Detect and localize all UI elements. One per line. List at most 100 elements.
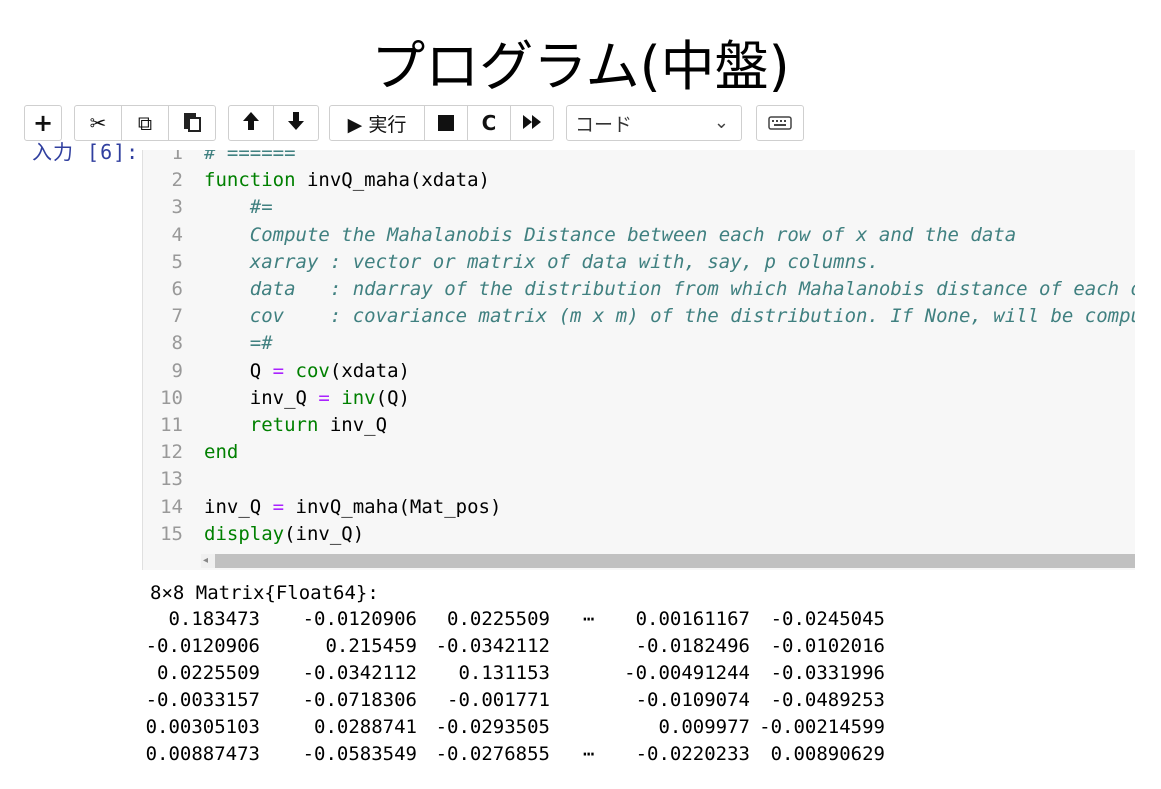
run-button[interactable]: ▶ 実行 <box>329 105 425 141</box>
matrix-cell: -0.0220233 <box>635 743 750 765</box>
stop-button[interactable] <box>424 105 468 141</box>
code-token: invQ_maha(xdata) <box>295 169 490 192</box>
code-keyword: return <box>249 414 319 436</box>
matrix-cell: 0.00161167 <box>635 608 750 630</box>
page-title: プログラム(中盤) <box>371 35 790 98</box>
scroll-left-icon[interactable]: ◂ <box>203 554 208 568</box>
code-comment: xarray : vector or matrix of data with, … <box>204 250 879 273</box>
code-line[interactable]: 4 Compute the Mahalanobis Distance betwe… <box>143 222 1133 249</box>
code-line[interactable]: 6 data : ndarray of the distribution fro… <box>143 276 1135 303</box>
code-line[interactable]: 5 xarray : vector or matrix of data with… <box>143 249 1133 276</box>
code-token: inv_Q <box>204 386 319 409</box>
arrow-up-icon <box>242 111 260 136</box>
fast-forward-icon <box>522 111 542 135</box>
matrix-cell: -0.00491244 <box>624 662 750 684</box>
matrix-cell: -0.0342112 <box>302 662 417 684</box>
code-comment: #= <box>204 196 273 219</box>
code-text: # ====== <box>204 150 296 167</box>
code-line[interactable]: 12 end <box>143 439 1133 466</box>
keyboard-icon <box>768 111 792 135</box>
code-line[interactable]: 7 cov : covariance matrix (m x m) of the… <box>143 303 1135 330</box>
scissors-icon: ✂ <box>89 111 107 135</box>
code-text: Q = cov(xdata) <box>204 358 410 385</box>
move-up-button[interactable] <box>228 105 274 141</box>
matrix-cell: -0.0120906 <box>302 608 417 630</box>
matrix-cell: 0.0225509 <box>447 608 550 630</box>
line-number: 15 <box>160 522 183 545</box>
code-line[interactable]: 3 #= <box>143 194 1133 221</box>
matrix-cell: -0.0109074 <box>635 689 750 711</box>
code-text: cov : covariance matrix (m x m) of the d… <box>204 303 1135 330</box>
line-number: 8 <box>171 332 183 355</box>
code-line[interactable]: 10 inv_Q = inv(Q) <box>143 385 1133 412</box>
matrix-cell: -0.0276855 <box>435 743 550 765</box>
matrix-cell: -0.0293505 <box>435 716 550 738</box>
paste-button[interactable] <box>168 105 216 141</box>
stop-icon <box>438 115 454 131</box>
code-token: Q <box>204 359 273 382</box>
code-text: data : ndarray of the distribution from … <box>204 276 1135 303</box>
restart-run-all-button[interactable] <box>510 105 554 141</box>
ellipsis-cell: ⋯ <box>583 743 595 765</box>
matrix-cell: 0.00890629 <box>770 743 885 765</box>
chevron-down-icon: ⌄ <box>713 112 729 133</box>
matrix-cell: -0.0331996 <box>770 662 885 684</box>
code-text: function invQ_maha(xdata) <box>204 167 490 194</box>
code-line[interactable]: 15 display(inv_Q) <box>143 521 1133 548</box>
code-token: (inv_Q) <box>284 522 365 545</box>
code-text: display(inv_Q) <box>204 521 364 548</box>
code-text: return inv_Q <box>204 412 387 439</box>
matrix-cell: 0.00887473 <box>145 743 260 765</box>
horizontal-scrollbar[interactable]: ◂ <box>201 554 1135 568</box>
line-number: 12 <box>160 441 183 464</box>
line-number: 11 <box>160 414 183 436</box>
move-down-button[interactable] <box>273 105 319 141</box>
matrix-cell: -0.0489253 <box>770 689 885 711</box>
copy-icon: ⧉ <box>137 111 153 135</box>
matrix-cell: -0.0342112 <box>435 635 550 657</box>
notebook-toolbar: + ✂ ⧉ ▶ 実行 C コード ⌄ <box>0 103 1161 143</box>
code-text: inv_Q = inv(Q) <box>204 385 410 412</box>
code-line[interactable]: 11 return inv_Q <box>143 412 1133 439</box>
code-comment: =# <box>204 332 273 355</box>
scrollbar-thumb[interactable] <box>215 554 1135 568</box>
matrix-cell: 0.0225509 <box>157 662 260 684</box>
code-cell-editor[interactable]: 15 display(inv_Q) 14 inv_Q = invQ_maha(Mat_… <box>142 150 1135 570</box>
code-line[interactable]: 8 =# <box>143 330 1133 357</box>
code-keyword: display <box>204 522 285 545</box>
code-line[interactable]: 13 <box>143 466 1133 493</box>
code-operator: = <box>318 386 330 409</box>
matrix-row: -0.0120906 0.215459 -0.0342112 -0.0182496 -0… <box>146 633 910 660</box>
code-line[interactable]: 9 Q = cov(xdata) <box>143 358 1133 385</box>
line-number: 3 <box>171 196 183 219</box>
code-text: xarray : vector or matrix of data with, … <box>204 249 879 276</box>
code-line[interactable]: 2 function invQ_maha(xdata) <box>143 167 1133 194</box>
matrix-row: 0.00887473 -0.0583549 -0.0276855 ⋯ -0.022023… <box>146 741 910 768</box>
code-keyword: inv <box>341 386 376 409</box>
line-number: 5 <box>171 250 183 273</box>
keyboard-shortcuts-button[interactable] <box>756 105 804 141</box>
matrix-cell: -0.0033157 <box>145 689 260 711</box>
code-line[interactable]: 14 inv_Q = invQ_maha(Mat_pos) <box>143 494 1133 521</box>
code-token: (Q) <box>375 386 410 409</box>
restart-button[interactable]: C <box>467 105 511 141</box>
matrix-cell: 0.215459 <box>325 635 417 657</box>
code-text: #= <box>204 194 273 221</box>
line-number: 10 <box>160 386 183 409</box>
code-line[interactable]: 1 # ====== <box>143 150 1133 167</box>
cell-type-select[interactable]: コード ⌄ <box>566 105 742 141</box>
matrix-header: 8×8 Matrix{Float64}: <box>150 582 379 604</box>
matrix-row: 0.0225509 -0.0342112 0.131153 -0.00491244 -0… <box>150 660 910 687</box>
restart-icon: C <box>481 111 497 135</box>
code-text: end <box>204 439 238 466</box>
matrix-cell: -0.0120906 <box>145 635 260 657</box>
code-text: inv_Q = invQ_maha(Mat_pos) <box>204 494 501 521</box>
line-number: 4 <box>171 223 183 246</box>
matrix-cell: -0.0245045 <box>770 608 885 630</box>
matrix-cell: 0.0288741 <box>314 716 417 738</box>
code-operator: = <box>272 495 285 518</box>
code-comment: cov : covariance matrix (m x m) of the d… <box>204 305 1135 328</box>
code-keyword: function <box>204 169 296 192</box>
matrix-cell: 0.00305103 <box>145 716 260 738</box>
